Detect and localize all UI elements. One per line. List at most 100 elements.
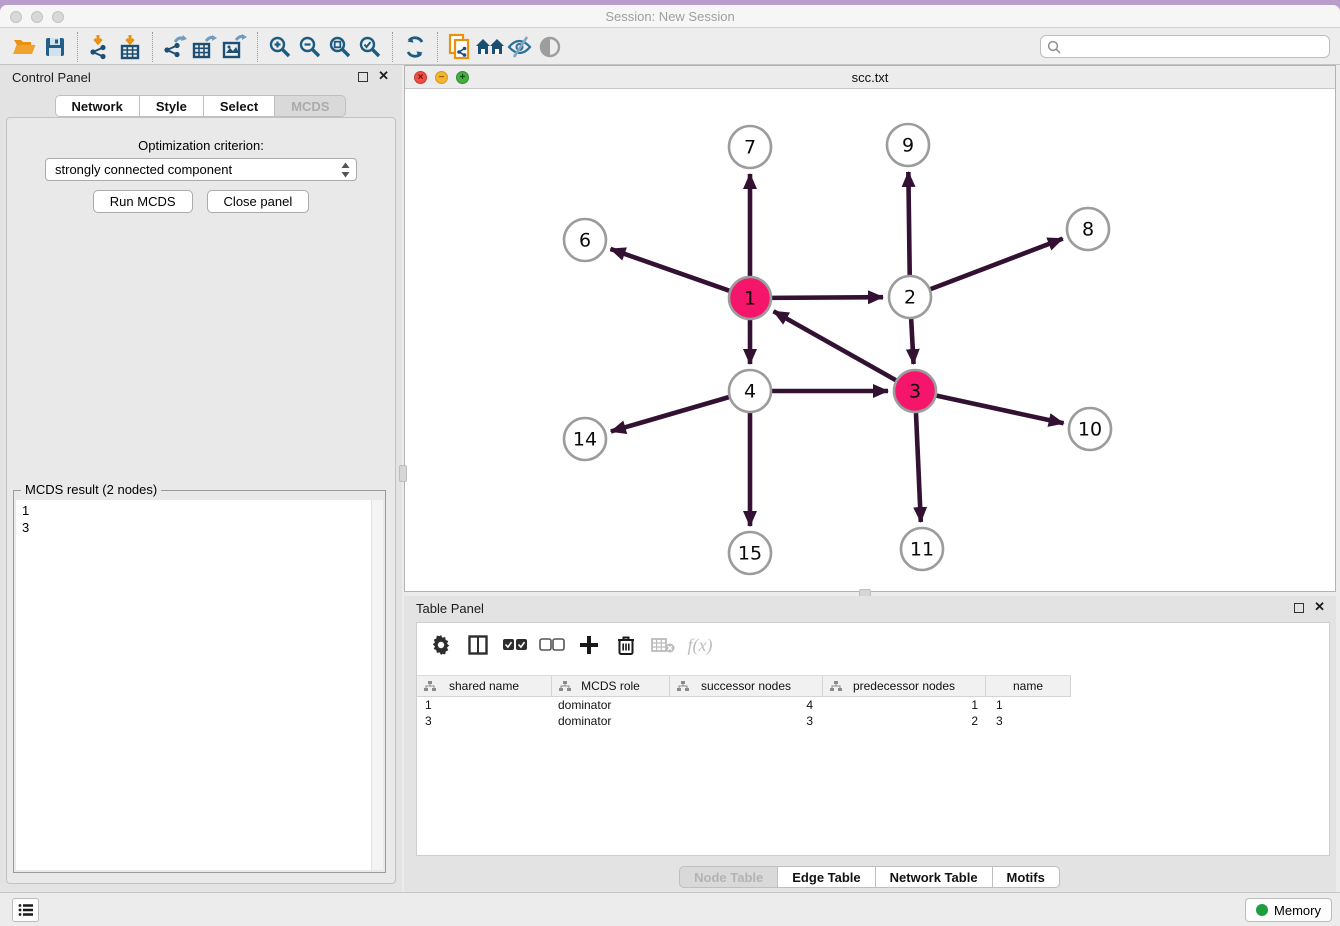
toolbar-separator: [437, 32, 438, 62]
tab-node-table[interactable]: Node Table: [679, 866, 778, 888]
graph-edge-1-2[interactable]: [772, 297, 883, 298]
add-column-icon[interactable]: [575, 631, 603, 659]
graph-node-label-15: 15: [738, 543, 762, 565]
graph-node-label-1: 1: [744, 288, 756, 310]
graph-node-label-11: 11: [910, 539, 934, 561]
tab-mcds[interactable]: MCDS: [274, 95, 346, 117]
mcds-result-group: MCDS result (2 nodes) 1 3: [13, 490, 386, 873]
cell-predecessor_nodes[interactable]: 1: [823, 698, 986, 714]
export-image-icon[interactable]: [220, 32, 250, 62]
home-layout-icon[interactable]: [475, 32, 505, 62]
export-table-icon[interactable]: [190, 32, 220, 62]
cell-mcds_role[interactable]: dominator: [552, 714, 670, 730]
tab-edge-table[interactable]: Edge Table: [777, 866, 875, 888]
settings-gear-icon[interactable]: [427, 631, 455, 659]
title-bar: Session: New Session: [0, 5, 1340, 28]
table-panel: Table Panel ✕: [404, 596, 1336, 892]
network-canvas[interactable]: 7968124314101511: [405, 89, 1335, 591]
cell-shared_name[interactable]: 3: [417, 714, 552, 730]
graph-edge-2-8[interactable]: [931, 239, 1063, 290]
table-row[interactable]: 3dominator323: [417, 714, 1329, 730]
control-panel-header: Control Panel ✕: [0, 65, 402, 89]
tab-select[interactable]: Select: [203, 95, 275, 117]
search-input[interactable]: [1066, 40, 1323, 54]
column-header-MCDS-role[interactable]: MCDS role: [552, 676, 670, 696]
float-table-panel-icon[interactable]: [1294, 603, 1304, 613]
open-file-icon[interactable]: [10, 32, 40, 62]
close-table-panel-icon[interactable]: ✕: [1314, 599, 1325, 615]
refresh-icon[interactable]: [400, 32, 430, 62]
graph-node-label-14: 14: [573, 429, 597, 451]
toolbar-separator: [77, 32, 78, 62]
table-tabs: Node Table Edge Table Network Table Moti…: [404, 866, 1336, 888]
graph-edge-4-14[interactable]: [611, 397, 729, 431]
column-tree-icon: [677, 681, 689, 692]
column-tree-icon: [424, 681, 436, 692]
graph-edge-2-9[interactable]: [908, 172, 909, 275]
import-network-icon[interactable]: [85, 32, 115, 62]
network-graph[interactable]: 7968124314101511: [405, 89, 1335, 591]
column-tree-icon: [559, 681, 571, 692]
mcds-result-text[interactable]: 1 3: [16, 500, 383, 870]
graph-edge-3-1[interactable]: [774, 311, 896, 380]
cell-shared_name[interactable]: 1: [417, 698, 552, 714]
zoom-selected-icon[interactable]: [355, 32, 385, 62]
graph-edge-2-3[interactable]: [911, 319, 913, 364]
result-scrollbar[interactable]: [371, 500, 383, 870]
task-history-button[interactable]: [12, 898, 39, 922]
function-builder-icon[interactable]: f(x): [686, 631, 714, 659]
tab-style[interactable]: Style: [139, 95, 204, 117]
graph-edge-1-6[interactable]: [610, 249, 729, 291]
show-column-panel-icon[interactable]: [464, 631, 492, 659]
cell-name[interactable]: 3: [986, 714, 1071, 730]
export-network-icon[interactable]: [160, 32, 190, 62]
column-header-predecessor-nodes[interactable]: predecessor nodes: [823, 676, 986, 696]
cell-successor_nodes[interactable]: 3: [670, 714, 823, 730]
show-details-icon[interactable]: [535, 32, 565, 62]
column-header-successor-nodes[interactable]: successor nodes: [670, 676, 823, 696]
network-title: scc.txt: [405, 70, 1335, 85]
zoom-out-icon[interactable]: [295, 32, 325, 62]
mcds-panel: Optimization criterion: strongly connect…: [6, 117, 396, 884]
column-header-shared-name[interactable]: shared name: [417, 676, 552, 696]
cell-name[interactable]: 1: [986, 698, 1071, 714]
close-panel-button[interactable]: Close panel: [207, 190, 310, 213]
cell-mcds_role[interactable]: dominator: [552, 698, 670, 714]
search-field[interactable]: [1040, 35, 1330, 58]
tab-network[interactable]: Network: [55, 95, 140, 117]
search-icon: [1047, 40, 1061, 54]
delete-column-icon[interactable]: [612, 631, 640, 659]
float-panel-icon[interactable]: [358, 72, 368, 82]
column-header-name[interactable]: name: [986, 676, 1071, 696]
memory-button[interactable]: Memory: [1245, 898, 1332, 922]
table-row[interactable]: 1dominator411: [417, 698, 1329, 714]
duplicate-network-icon[interactable]: [445, 32, 475, 62]
zoom-in-icon[interactable]: [265, 32, 295, 62]
network-window-titlebar[interactable]: × − + scc.txt: [405, 66, 1335, 89]
cell-successor_nodes[interactable]: 4: [670, 698, 823, 714]
table-body: 1dominator4113dominator323: [417, 698, 1329, 730]
cell-predecessor_nodes[interactable]: 2: [823, 714, 986, 730]
criterion-dropdown[interactable]: strongly connected component: [45, 158, 357, 181]
hide-graphics-icon[interactable]: [505, 32, 535, 62]
unselect-all-columns-icon[interactable]: [538, 631, 566, 659]
column-tree-icon: [830, 681, 842, 692]
close-panel-icon[interactable]: ✕: [378, 68, 389, 84]
run-mcds-button[interactable]: Run MCDS: [93, 190, 193, 213]
import-table-icon[interactable]: [115, 32, 145, 62]
graph-node-label-9: 9: [902, 135, 914, 157]
tab-motifs[interactable]: Motifs: [992, 866, 1060, 888]
zoom-fit-icon[interactable]: [325, 32, 355, 62]
table-panel-title: Table Panel: [416, 601, 484, 616]
tab-network-table[interactable]: Network Table: [875, 866, 993, 888]
graph-edge-3-10[interactable]: [936, 396, 1063, 424]
select-all-columns-icon[interactable]: [501, 631, 529, 659]
vertical-divider-handle[interactable]: [399, 465, 407, 482]
graph-edge-3-11[interactable]: [916, 413, 921, 522]
list-icon: [18, 903, 34, 917]
graph-node-label-2: 2: [904, 287, 916, 309]
save-session-icon[interactable]: [40, 32, 70, 62]
dropdown-stepper-icon: [340, 161, 351, 179]
delete-table-icon[interactable]: [649, 631, 677, 659]
graph-node-label-8: 8: [1082, 219, 1094, 241]
